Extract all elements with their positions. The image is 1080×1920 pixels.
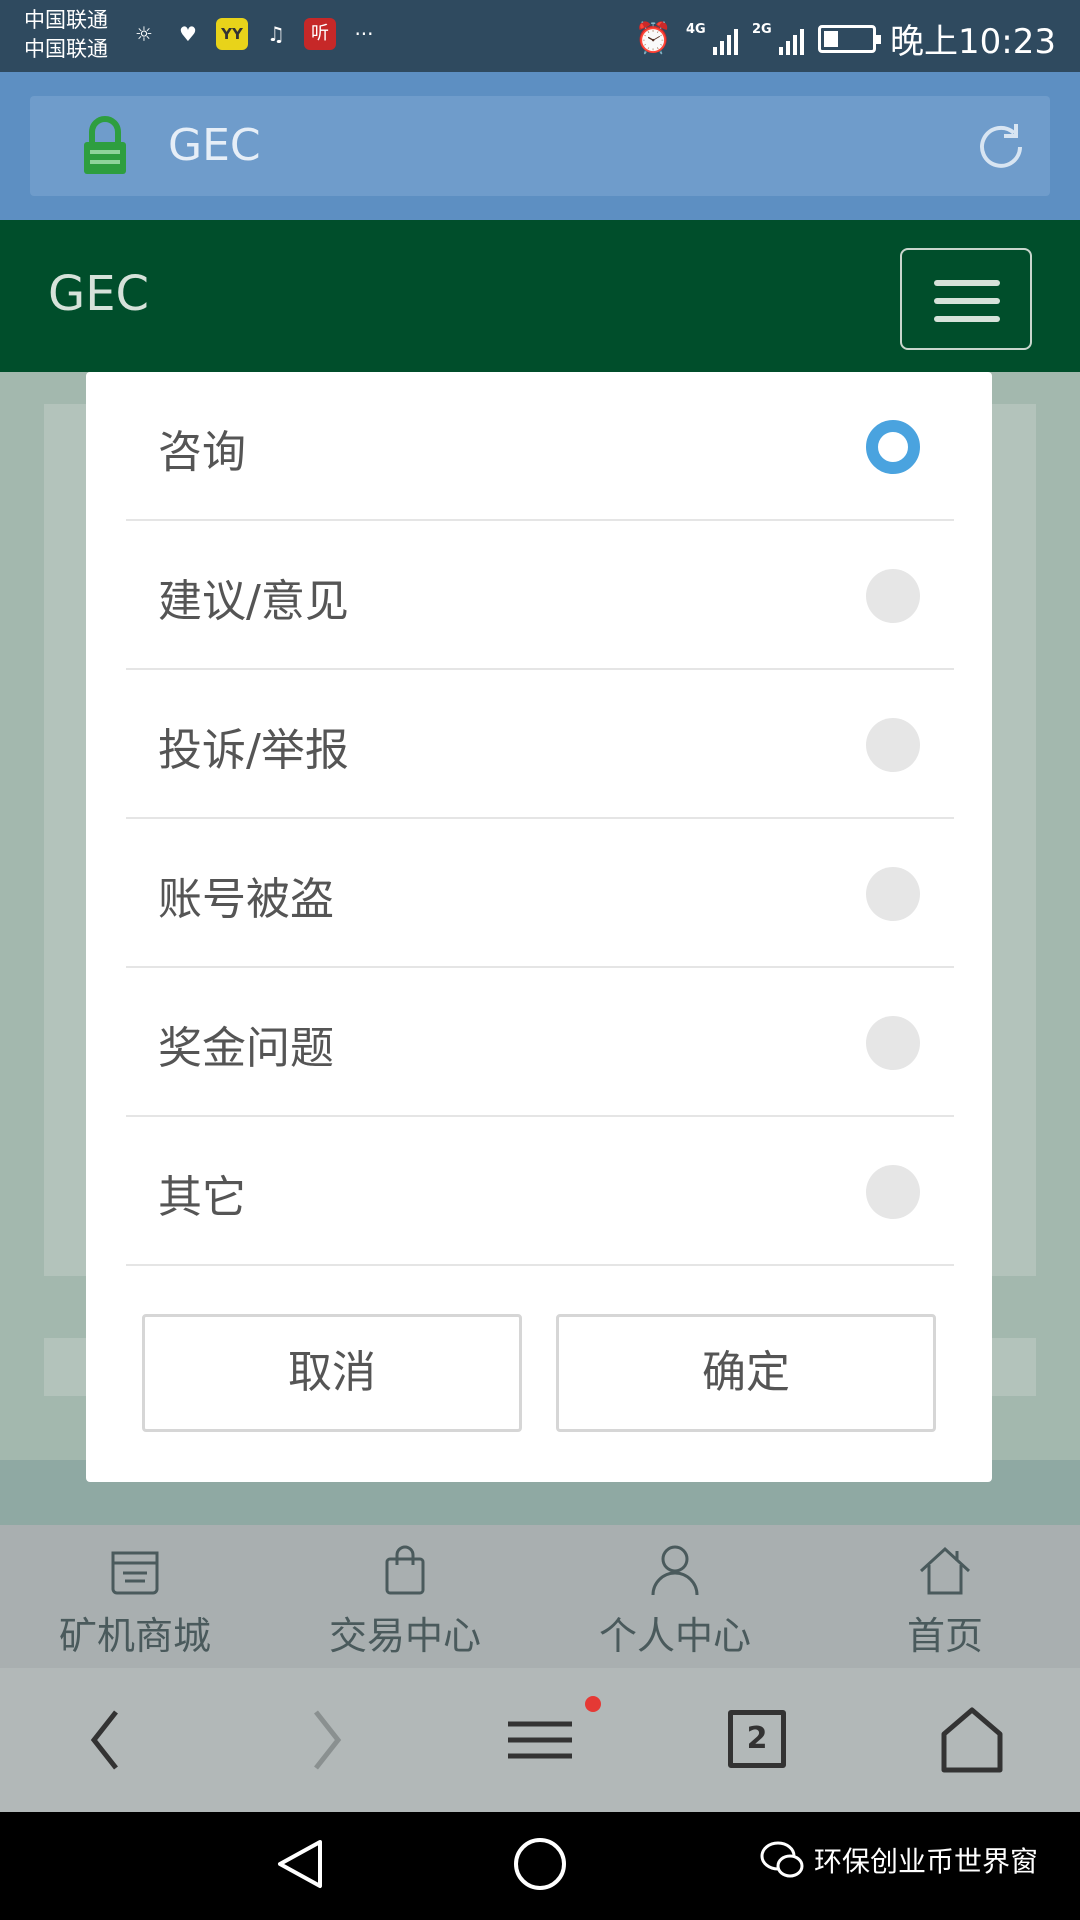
option-label: 账号被盗 [158,874,334,925]
forward-icon[interactable] [286,1704,366,1776]
option-label: 建议/意见 [158,576,349,627]
option-suggestion[interactable]: 建议/意见 [126,521,954,670]
nav-item-trade[interactable]: 交易中心 [270,1525,540,1668]
menu-icon[interactable] [500,1704,580,1776]
watermark-text: 环保创业币世界窗 [814,1845,1039,1878]
carrier-1: 中国联通 [24,8,108,32]
option-label: 投诉/举报 [158,725,349,776]
home-browser-icon[interactable] [932,1704,1012,1776]
lock-icon [84,116,126,174]
tab-count: 2 [728,1710,786,1768]
radio-unselected[interactable] [866,867,920,921]
option-bonus[interactable]: 奖金问题 [126,968,954,1117]
android-nav-bar: 环保创业币世界窗 [0,1812,1080,1920]
sun-icon: ☼ [135,22,153,46]
confirm-button[interactable]: 确定 [556,1314,936,1432]
back-icon[interactable] [66,1704,146,1776]
clock: 晚上10:23 [890,22,1056,62]
option-label: 奖金问题 [158,1023,334,1074]
option-complaint[interactable]: 投诉/举报 [126,670,954,819]
radio-selected[interactable] [866,420,920,474]
carrier-2: 中国联通 [24,37,108,61]
site-title: GEC [48,266,150,322]
notification-dot [585,1696,601,1712]
nav-item-home[interactable]: 首页 [810,1525,1080,1668]
radio-unselected[interactable] [866,1016,920,1070]
status-bar: 中国联通 中国联通 ☼ ♥ YY ♫ 听 ··· ⏰ 4G 2G 晚上10:23 [0,0,1080,72]
option-account-stolen[interactable]: 账号被盗 [126,819,954,968]
status-right: ⏰ 4G 2G 晚上10:23 [635,14,1056,63]
music-icon: ♫ [267,22,285,46]
address-bar[interactable]: GEC [30,96,1050,196]
nav-label: 个人中心 [598,1614,751,1658]
browser-toolbar: 2 [0,1668,1080,1812]
radio-unselected[interactable] [866,569,920,623]
more-notifications-icon: ··· [354,22,374,46]
heart-rate-icon: ♥ [179,22,197,46]
option-consult[interactable]: 咨询 [126,372,954,521]
shopping-bag-icon [385,1545,425,1595]
nav-label: 交易中心 [328,1614,481,1658]
site-header: GEC [0,220,1080,372]
nav-label: 首页 [906,1614,983,1658]
nav-item-store[interactable]: 矿机商城 [0,1525,270,1668]
watermark: 环保创业币世界窗 [760,1840,1038,1880]
store-icon [111,1551,159,1595]
ting-icon: 听 [304,18,336,50]
yy-icon: YY [216,18,248,50]
nav-label: 矿机商城 [58,1614,211,1658]
android-home-icon[interactable] [510,1834,570,1894]
category-select-dialog: 咨询 建议/意见 投诉/举报 账号被盗 奖金问题 其它 取消 确定 [86,372,992,1482]
signal-4g-icon: 4G [686,21,739,57]
site-bottom-nav: 矿机商城 交易中心 个人中心 首页 [0,1525,1080,1668]
tabs-button[interactable]: 2 [722,1704,802,1776]
refresh-icon[interactable] [974,120,1028,174]
notification-icons: ☼ ♥ YY ♫ 听 ··· [128,18,380,50]
option-label: 咨询 [158,427,246,478]
home-icon [919,1546,971,1595]
wechat-icon [760,1841,804,1878]
signal-2g-icon: 2G [752,21,805,57]
alarm-icon: ⏰ [634,21,673,56]
option-label: 其它 [158,1172,246,1223]
radio-unselected[interactable] [866,1165,920,1219]
hamburger-menu-button[interactable] [900,248,1032,350]
radio-unselected[interactable] [866,718,920,772]
browser-address-area: GEC [0,72,1080,220]
url-text: GEC [168,120,261,171]
option-other[interactable]: 其它 [126,1117,954,1266]
android-back-icon[interactable] [270,1834,330,1894]
cancel-button[interactable]: 取消 [142,1314,522,1432]
carrier-info: 中国联通 中国联通 [24,6,108,64]
nav-item-profile[interactable]: 个人中心 [540,1525,810,1668]
user-icon [651,1545,699,1596]
battery-icon [818,24,882,53]
